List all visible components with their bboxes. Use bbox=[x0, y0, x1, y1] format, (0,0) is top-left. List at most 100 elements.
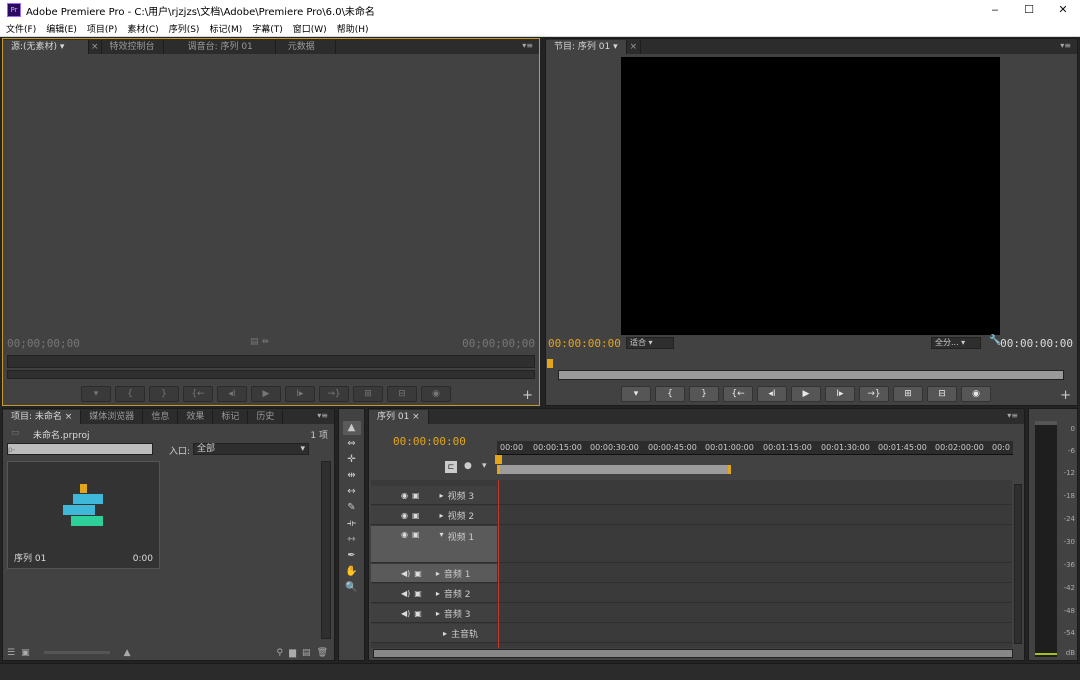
eye-icon[interactable]: ◉ bbox=[401, 511, 408, 520]
icon-view-icon[interactable]: ▣ bbox=[21, 648, 30, 658]
rolling-edit-tool-icon[interactable]: ⇹ bbox=[343, 469, 361, 483]
panel-menu-icon[interactable]: ▾≡ bbox=[317, 411, 328, 420]
sequence-clip-thumbnail[interactable]: 序列 01 0:00 bbox=[7, 461, 160, 569]
new-item-icon[interactable]: ▤ bbox=[302, 648, 311, 658]
resolution-dropdown[interactable]: 全分... ▾ bbox=[931, 337, 981, 349]
selection-tool-icon[interactable]: ▲ bbox=[342, 421, 361, 435]
program-timecode[interactable]: 00:00:00:00 bbox=[548, 337, 621, 350]
menu-file[interactable]: 文件(F) bbox=[0, 22, 40, 35]
maximize-button[interactable]: ☐ bbox=[1012, 0, 1046, 20]
play-button[interactable]: ▶ bbox=[251, 386, 281, 402]
step-forward-button[interactable]: I▸ bbox=[825, 386, 855, 402]
track-audio-1[interactable]: ◀) ▣ ▸ 音频 1 bbox=[371, 564, 1012, 583]
source-timecode-right[interactable]: 00;00;00;00 bbox=[462, 337, 535, 350]
menu-sequence[interactable]: 序列(S) bbox=[163, 22, 204, 35]
marker-icon[interactable]: ▾ bbox=[482, 461, 487, 471]
step-back-button[interactable]: ◂I bbox=[217, 386, 247, 402]
track-audio-2[interactable]: ◀) ▣ ▸ 音频 2 bbox=[371, 584, 1012, 603]
tab-sequence[interactable]: 序列 01 × bbox=[369, 410, 429, 424]
source-timecode-left[interactable]: 00;00;00;00 bbox=[7, 337, 80, 350]
extract-button[interactable]: ⊟ bbox=[927, 386, 957, 402]
menu-marker[interactable]: 标记(M) bbox=[203, 22, 246, 35]
go-to-out-button[interactable]: →} bbox=[319, 386, 349, 402]
track-select-tool-icon[interactable]: ⇔ bbox=[343, 437, 361, 451]
insert-button[interactable]: ⊞ bbox=[353, 386, 383, 402]
tab-close[interactable]: × bbox=[89, 40, 102, 54]
play-button[interactable]: ▶ bbox=[791, 386, 821, 402]
tab-metadata[interactable]: 元数据 bbox=[276, 40, 336, 54]
tab-history[interactable]: 历史 bbox=[248, 410, 284, 424]
source-scrubber[interactable] bbox=[7, 355, 535, 368]
expand-icon[interactable]: ▸ bbox=[436, 609, 440, 618]
menu-edit[interactable]: 编辑(E) bbox=[40, 22, 81, 35]
expand-icon[interactable]: ▸ bbox=[436, 589, 440, 598]
timeline-timecode[interactable]: 00:00:00:00 bbox=[393, 435, 466, 448]
export-frame-button[interactable]: ◉ bbox=[421, 386, 451, 402]
ripple-edit-tool-icon[interactable]: ✛ bbox=[343, 453, 361, 467]
go-to-in-button[interactable]: {← bbox=[183, 386, 213, 402]
source-settings-icon[interactable]: ▤ ⇻ bbox=[250, 337, 269, 347]
track-audio-3[interactable]: ◀) ▣ ▸ 音频 3 bbox=[371, 604, 1012, 623]
mark-out-button[interactable]: } bbox=[149, 386, 179, 402]
collapse-icon[interactable]: ▾ bbox=[440, 530, 444, 539]
expand-icon[interactable]: ▸ bbox=[436, 569, 440, 578]
project-scrollbar[interactable] bbox=[321, 461, 331, 639]
go-to-in-button[interactable]: {← bbox=[723, 386, 753, 402]
rate-stretch-tool-icon[interactable]: ↔ bbox=[343, 485, 361, 499]
panel-menu-icon[interactable]: ▾≡ bbox=[1007, 411, 1018, 420]
expand-icon[interactable]: ▸ bbox=[440, 491, 444, 500]
marker-button[interactable]: ▾ bbox=[81, 386, 111, 402]
trash-icon[interactable]: 🗑 bbox=[317, 648, 328, 658]
expand-icon[interactable]: ▸ bbox=[440, 511, 444, 520]
lock-icon[interactable]: ▣ bbox=[412, 491, 420, 500]
timeline-v-scrollbar[interactable] bbox=[1014, 484, 1022, 644]
export-frame-button[interactable]: ◉ bbox=[961, 386, 991, 402]
source-scrollbar[interactable] bbox=[7, 370, 535, 379]
eye-icon[interactable]: ◉ bbox=[401, 491, 408, 500]
add-marker-icon[interactable]: ● bbox=[464, 461, 472, 471]
program-scrubber[interactable] bbox=[558, 370, 1064, 380]
playhead-marker-icon[interactable] bbox=[547, 359, 553, 368]
speaker-icon[interactable]: ◀) bbox=[401, 569, 410, 578]
menu-title[interactable]: 字幕(T) bbox=[246, 22, 287, 35]
tab-close[interactable]: × bbox=[627, 40, 642, 54]
lock-icon[interactable]: ▣ bbox=[412, 530, 420, 539]
lock-icon[interactable]: ▣ bbox=[414, 609, 422, 618]
tab-source[interactable]: 源:(无素材) ▾ bbox=[3, 40, 89, 54]
expand-icon[interactable]: ▸ bbox=[443, 629, 447, 638]
menu-window[interactable]: 窗口(W) bbox=[287, 22, 331, 35]
source-add-button[interactable]: + bbox=[522, 388, 533, 403]
work-area-bar[interactable] bbox=[497, 465, 731, 474]
playhead-line[interactable] bbox=[498, 480, 499, 648]
fit-dropdown[interactable]: 适合 ▾ bbox=[626, 337, 674, 349]
tab-effect-controls[interactable]: 特效控制台 bbox=[102, 40, 164, 54]
track-video-2[interactable]: ◉ ▣ ▸ 视频 2 bbox=[371, 506, 1012, 525]
track-master[interactable]: ▸ 主音轨 bbox=[371, 624, 1012, 643]
lift-button[interactable]: ⊞ bbox=[893, 386, 923, 402]
minimize-button[interactable]: ‒ bbox=[978, 0, 1012, 20]
zoom-slider[interactable] bbox=[43, 651, 110, 654]
tab-info[interactable]: 信息 bbox=[143, 410, 179, 424]
menu-clip[interactable]: 素材(C) bbox=[121, 22, 162, 35]
hand-tool-icon[interactable]: ✋ bbox=[343, 565, 361, 579]
tab-effects[interactable]: 效果 bbox=[178, 410, 214, 424]
eye-icon[interactable]: ◉ bbox=[401, 530, 408, 539]
mark-in-button[interactable]: { bbox=[655, 386, 685, 402]
snap-icon[interactable]: ⊏ bbox=[445, 461, 457, 473]
mark-in-button[interactable]: { bbox=[115, 386, 145, 402]
tab-media-browser[interactable]: 媒体浏览器 bbox=[81, 410, 144, 424]
mark-out-button[interactable]: } bbox=[689, 386, 719, 402]
playhead-marker-icon[interactable] bbox=[495, 455, 502, 464]
pen-tool-icon[interactable]: ✒ bbox=[343, 549, 361, 563]
panel-menu-icon[interactable]: ▾≡ bbox=[1060, 41, 1071, 50]
speaker-icon[interactable]: ◀) bbox=[401, 609, 410, 618]
slide-tool-icon[interactable]: ⇿ bbox=[343, 533, 361, 547]
step-forward-button[interactable]: I▸ bbox=[285, 386, 315, 402]
new-bin-icon[interactable]: ▆ bbox=[289, 648, 296, 658]
lock-icon[interactable]: ▣ bbox=[414, 569, 422, 578]
track-video-3[interactable]: ◉ ▣ ▸ 视频 3 bbox=[371, 486, 1012, 505]
tab-audio-mixer[interactable]: 调音台: 序列 01 bbox=[164, 40, 276, 54]
list-view-icon[interactable]: ☰ bbox=[7, 648, 15, 658]
go-to-out-button[interactable]: →} bbox=[859, 386, 889, 402]
search-input[interactable] bbox=[7, 443, 153, 455]
